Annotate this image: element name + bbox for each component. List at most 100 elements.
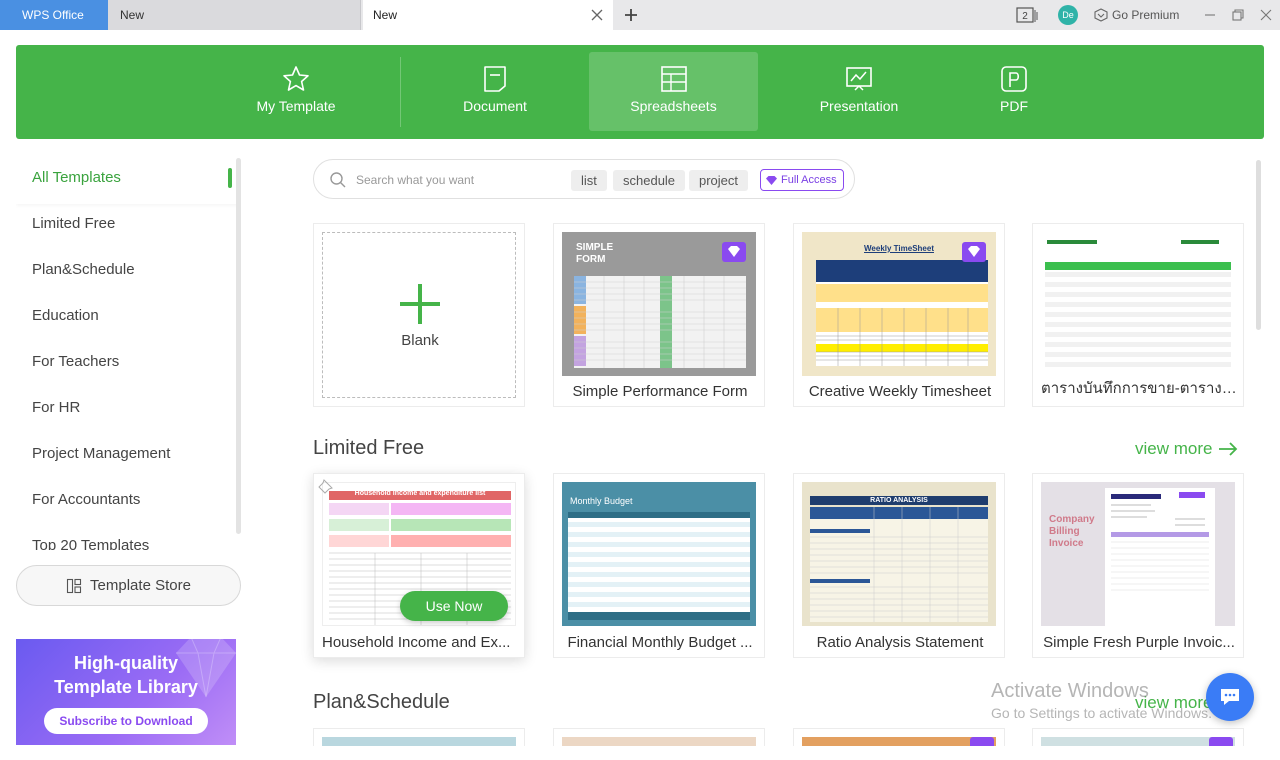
pdf-icon	[1001, 66, 1027, 92]
template-card[interactable]	[793, 728, 1005, 746]
premium-badge	[1209, 737, 1233, 746]
activate-windows-watermark: Activate Windows Go to Settings to activ…	[991, 680, 1212, 721]
category-banner: My Template Document Spreadsheets Presen…	[16, 45, 1264, 139]
document-icon	[484, 66, 506, 92]
spreadsheet-preview	[574, 276, 746, 368]
sidebar-item-for-accountants[interactable]: For Accountants	[16, 480, 238, 526]
store-icon	[66, 578, 82, 593]
search-input[interactable]	[356, 169, 556, 191]
sidebar: All Templates Limited Free Plan&Schedule…	[16, 158, 238, 550]
watermark-line-1: Activate Windows	[991, 680, 1149, 702]
subscribe-button[interactable]: Subscribe to Download	[44, 708, 208, 734]
template-card[interactable]: SIMPLE FORM Simple Performance Form	[553, 223, 765, 407]
search-chip-project[interactable]: project	[689, 170, 749, 191]
category-document[interactable]: Document	[416, 52, 574, 131]
sidebar-item-project-management[interactable]: Project Management	[16, 434, 238, 480]
template-thumbnail: SIMPLE FORM	[562, 232, 756, 376]
template-card[interactable]	[1032, 728, 1244, 746]
search-chip-list[interactable]: list	[571, 170, 607, 191]
sidebar-item-plan-schedule[interactable]: Plan&Schedule	[16, 250, 238, 296]
template-store-button[interactable]: Template Store	[16, 565, 241, 606]
search-bar: list schedule project Full Access	[313, 159, 855, 199]
thumbnail-title: RATIO ANALYSIS	[810, 496, 988, 505]
view-more-link[interactable]: view more	[1135, 439, 1238, 459]
full-access-button[interactable]: Full Access	[760, 169, 844, 191]
star-icon	[283, 66, 309, 91]
sidebar-item-for-hr[interactable]: For HR	[16, 388, 238, 434]
category-presentation[interactable]: Presentation	[780, 52, 938, 131]
add-tab-icon[interactable]	[622, 6, 640, 24]
template-card[interactable]: Household income and expenditure list Us…	[313, 473, 525, 658]
sidebar-item-limited-free[interactable]: Limited Free	[16, 204, 238, 250]
category-pdf[interactable]: PDF	[954, 52, 1074, 131]
search-icon	[330, 172, 346, 188]
go-premium-button[interactable]: Go Premium	[1094, 0, 1179, 30]
chat-button[interactable]	[1206, 673, 1254, 721]
template-card[interactable]	[553, 728, 765, 746]
window-count-button[interactable]: 2	[1016, 0, 1038, 30]
thumbnail-title: SIMPLE FORM	[576, 242, 614, 265]
blank-template-card[interactable]: Blank	[313, 223, 525, 407]
diamond-icon	[728, 246, 740, 257]
svg-text:2: 2	[1022, 11, 1028, 22]
promo-line-2: Template Library	[54, 677, 198, 697]
search-chip-schedule[interactable]: schedule	[613, 170, 686, 191]
template-thumbnail	[322, 737, 516, 746]
category-my-template[interactable]: My Template	[216, 52, 376, 131]
close-icon[interactable]	[591, 9, 603, 21]
template-card[interactable]	[313, 728, 525, 746]
invoice-preview	[1105, 488, 1215, 626]
tab-new-2[interactable]: New	[363, 0, 613, 30]
template-title: Creative Weekly Timesheet	[808, 383, 992, 400]
section-title-limited-free: Limited Free	[313, 437, 425, 459]
promo-banner[interactable]: High-quality Template Library Subscribe …	[16, 639, 236, 745]
sidebar-item-all-templates[interactable]: All Templates	[16, 158, 238, 204]
budget-preview	[568, 512, 750, 620]
minimize-icon[interactable]	[1202, 7, 1218, 23]
promo-line-1: High-quality	[74, 653, 178, 673]
template-title: Ratio Analysis Statement	[816, 634, 984, 651]
avatar[interactable]: De	[1058, 5, 1078, 25]
sidebar-item-education[interactable]: Education	[16, 296, 238, 342]
chat-icon	[1221, 689, 1239, 705]
template-title: Simple Fresh Purple Invoic...	[1043, 634, 1235, 651]
view-more-label: view more	[1135, 439, 1213, 458]
promo-title: High-quality Template Library	[16, 651, 236, 699]
template-title: Simple Performance Form	[572, 383, 748, 400]
template-card[interactable]: Company Billing Invoice Simple Fresh Pur…	[1032, 473, 1244, 658]
timesheet-preview	[816, 260, 988, 366]
title-bar: WPS Office New New 2 De Go Premium	[0, 0, 1280, 30]
arrow-right-icon	[1219, 442, 1238, 456]
category-spreadsheets[interactable]: Spreadsheets	[589, 52, 758, 131]
template-thumbnail: Monthly Budget	[562, 482, 756, 626]
thumbnail-title: Household income and expenditure list	[354, 490, 486, 497]
ratio-preview	[810, 507, 988, 622]
template-card[interactable]: Weekly TimeSheet Creative Weekly Timeshe…	[793, 223, 1005, 407]
sales-log-preview	[1045, 238, 1231, 367]
sidebar-item-top-20[interactable]: Top 20 Templates	[16, 526, 238, 550]
close-window-icon[interactable]	[1258, 7, 1274, 23]
windows-icon: 2	[1016, 7, 1038, 23]
tab-new-1[interactable]: New	[108, 0, 361, 30]
template-thumbnail: RATIO ANALYSIS	[802, 482, 996, 626]
sidebar-scrollbar[interactable]	[236, 158, 241, 534]
category-label: Spreadsheets	[630, 98, 717, 114]
sidebar-item-label: All Templates	[32, 169, 121, 186]
template-thumbnail: Weekly TimeSheet	[802, 232, 996, 376]
tab-wps-office[interactable]: WPS Office	[0, 0, 108, 30]
template-card[interactable]: RATIO ANALYSIS Ratio Analysis Statement	[793, 473, 1005, 658]
premium-label: Go Premium	[1112, 8, 1180, 22]
category-label: PDF	[1000, 98, 1028, 114]
premium-icon	[1094, 8, 1108, 22]
divider	[400, 57, 401, 127]
template-card[interactable]: ตารางบันทึกการขาย-ตารางบัน...	[1032, 223, 1245, 407]
template-thumbnail: Company Billing Invoice	[1041, 482, 1235, 626]
pin-icon[interactable]	[318, 478, 334, 494]
use-now-button[interactable]: Use Now	[400, 591, 508, 621]
restore-icon[interactable]	[1230, 7, 1246, 23]
category-label: My Template	[256, 98, 336, 114]
main-scrollbar[interactable]	[1256, 160, 1261, 330]
template-card[interactable]: Monthly Budget Financial Monthly Budget …	[553, 473, 765, 658]
diamond-icon	[766, 175, 777, 185]
sidebar-item-for-teachers[interactable]: For Teachers	[16, 342, 238, 388]
